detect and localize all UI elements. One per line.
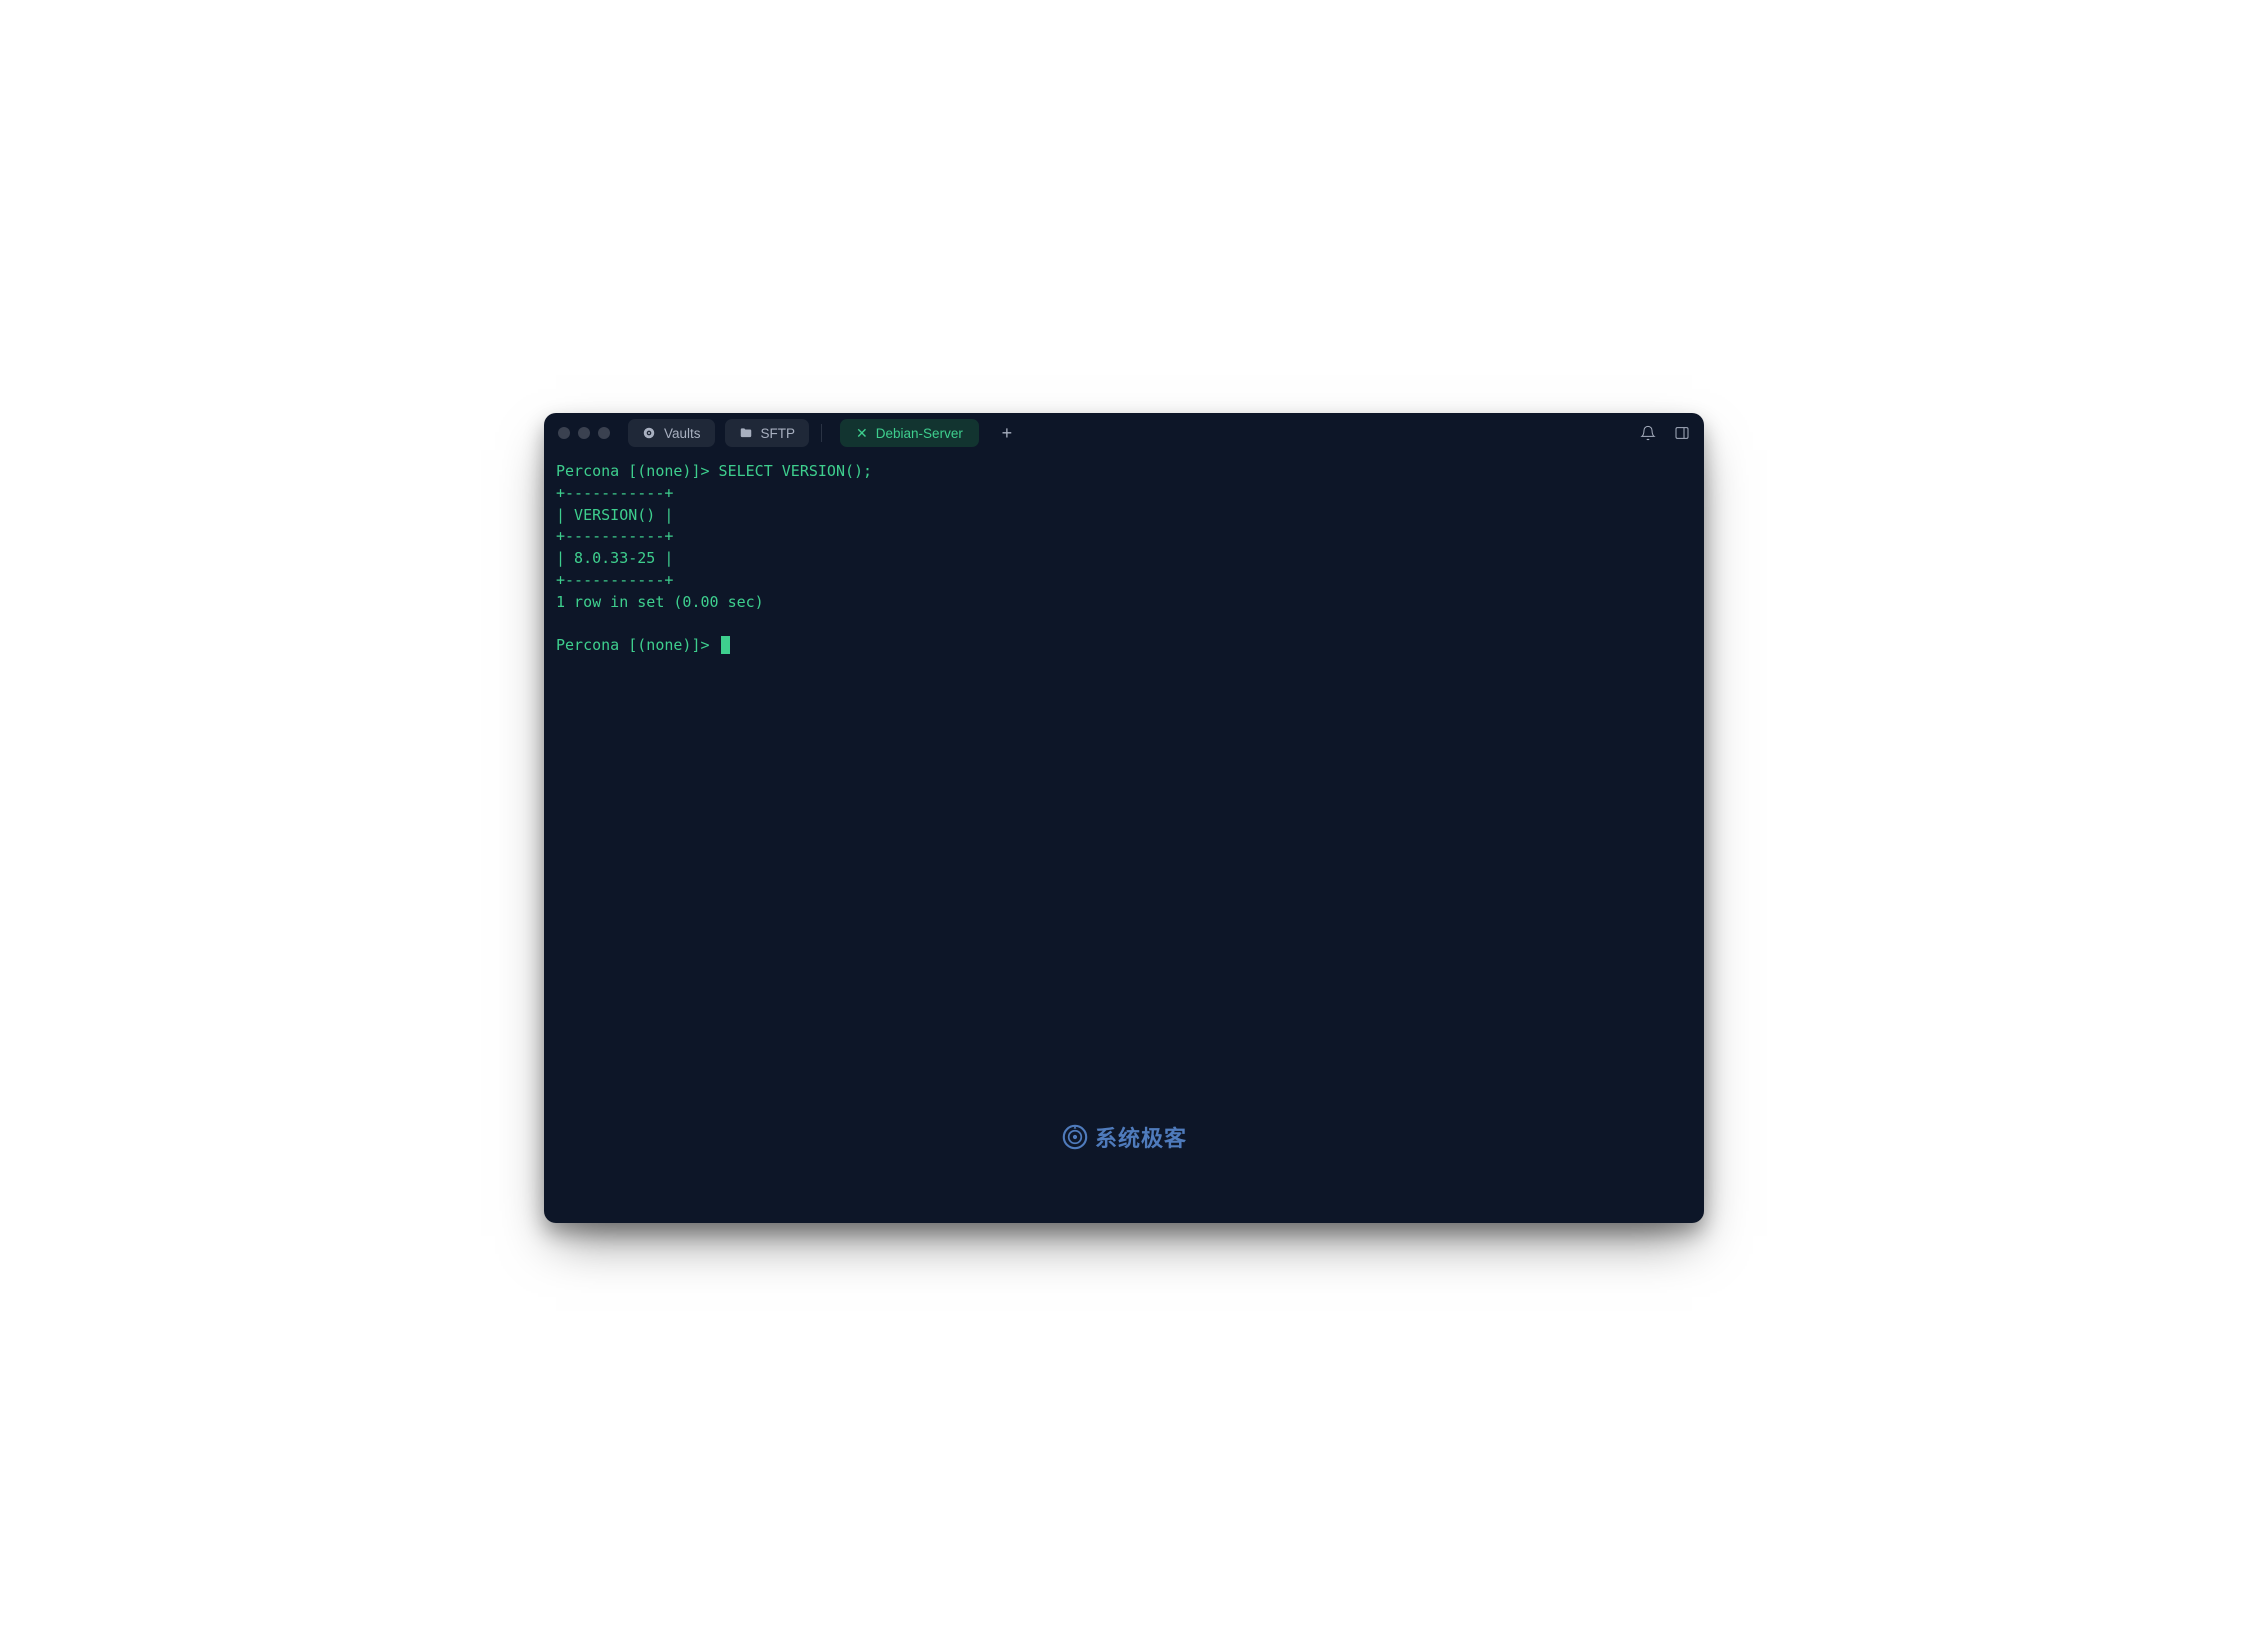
terminal-line: +-----------+ [556,484,673,502]
terminal-line: +-----------+ [556,571,673,589]
minimize-window-button[interactable] [578,427,590,439]
terminal-line: Percona [(none)]> SELECT VERSION(); [556,462,872,480]
add-tab-button[interactable]: + [997,423,1017,443]
sidebar-toggle-icon[interactable] [1674,425,1690,441]
terminal-window: Vaults SFTP ✕ Debian-Server + [544,413,1704,1223]
notifications-icon[interactable] [1640,425,1656,441]
watermark-text: 系统极客 [1095,1121,1187,1153]
folder-icon [739,426,753,440]
terminal-output[interactable]: Percona [(none)]> SELECT VERSION(); +---… [544,453,1704,1223]
titlebar: Vaults SFTP ✕ Debian-Server + [544,413,1704,453]
tab-sftp-label: SFTP [761,426,796,441]
terminal-line: +-----------+ [556,527,673,545]
close-window-button[interactable] [558,427,570,439]
terminal-line: | 8.0.33-25 | [556,549,673,567]
tab-active-label: Debian-Server [876,426,963,441]
maximize-window-button[interactable] [598,427,610,439]
tab-divider [821,424,822,442]
terminal-line: | VERSION() | [556,506,673,524]
close-tab-icon[interactable]: ✕ [856,426,868,440]
watermark-icon [1061,1123,1089,1151]
tab-debian-server[interactable]: ✕ Debian-Server [840,419,979,447]
watermark: 系统极客 [1061,1121,1187,1153]
terminal-line: 1 row in set (0.00 sec) [556,593,764,611]
tab-vaults[interactable]: Vaults [628,419,715,447]
tab-vaults-label: Vaults [664,426,701,441]
tab-sftp[interactable]: SFTP [725,419,810,447]
vaults-icon [642,426,656,440]
traffic-lights [558,427,610,439]
terminal-prompt: Percona [(none)]> [556,636,719,654]
cursor [721,636,730,654]
